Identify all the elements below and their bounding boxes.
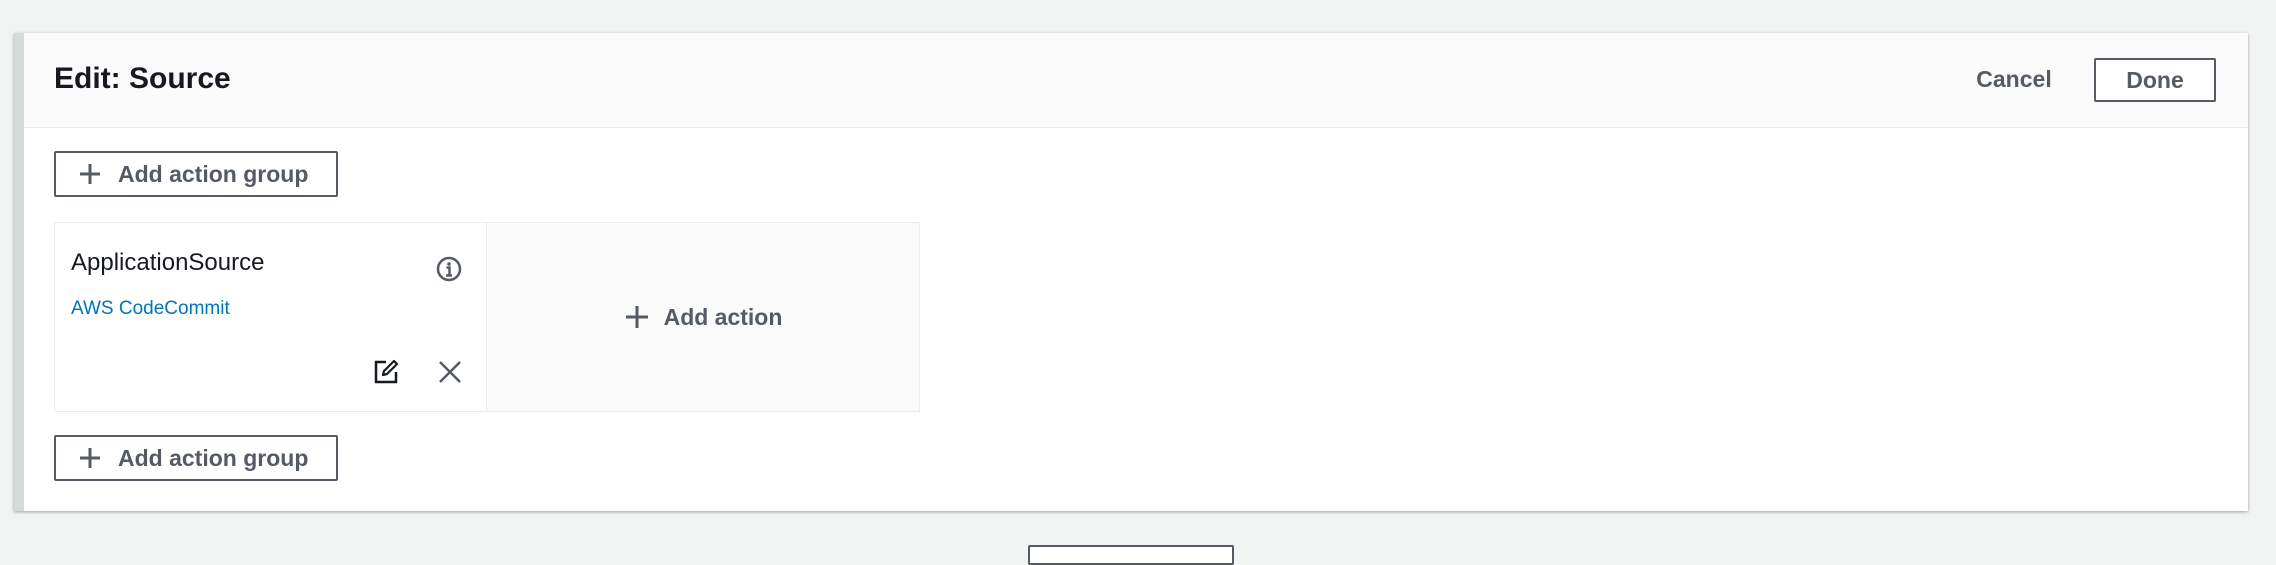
- edit-stage-panel: Edit: Source Cancel Done Add action grou…: [14, 33, 2248, 511]
- add-action-button[interactable]: Add action: [624, 303, 783, 331]
- plus-icon: [78, 446, 102, 470]
- add-action-group-label: Add action group: [118, 444, 309, 471]
- stage-title: Edit: Source: [54, 62, 231, 95]
- action-group: ApplicationSource AWS CodeCommit Add act…: [54, 222, 920, 412]
- action-provider-link[interactable]: AWS CodeCommit: [71, 298, 230, 320]
- add-action-group-button-bottom[interactable]: Add action group: [54, 435, 338, 481]
- edit-icon[interactable]: [373, 359, 399, 385]
- plus-icon: [624, 304, 650, 330]
- done-button[interactable]: Done: [2094, 58, 2216, 102]
- next-stage-button-partial[interactable]: [1028, 545, 1234, 565]
- action-name: ApplicationSource: [71, 249, 265, 276]
- stage-header: Edit: Source Cancel Done: [24, 33, 2248, 128]
- action-card: ApplicationSource AWS CodeCommit: [55, 223, 487, 411]
- remove-icon[interactable]: [437, 359, 463, 385]
- add-action-label: Add action: [663, 303, 783, 330]
- add-action-area: Add action: [487, 223, 919, 411]
- add-action-group-button-top[interactable]: Add action group: [54, 151, 338, 197]
- cancel-button[interactable]: Cancel: [1964, 59, 2064, 99]
- plus-icon: [78, 162, 102, 186]
- add-action-group-label: Add action group: [118, 160, 309, 187]
- info-icon[interactable]: [435, 255, 463, 283]
